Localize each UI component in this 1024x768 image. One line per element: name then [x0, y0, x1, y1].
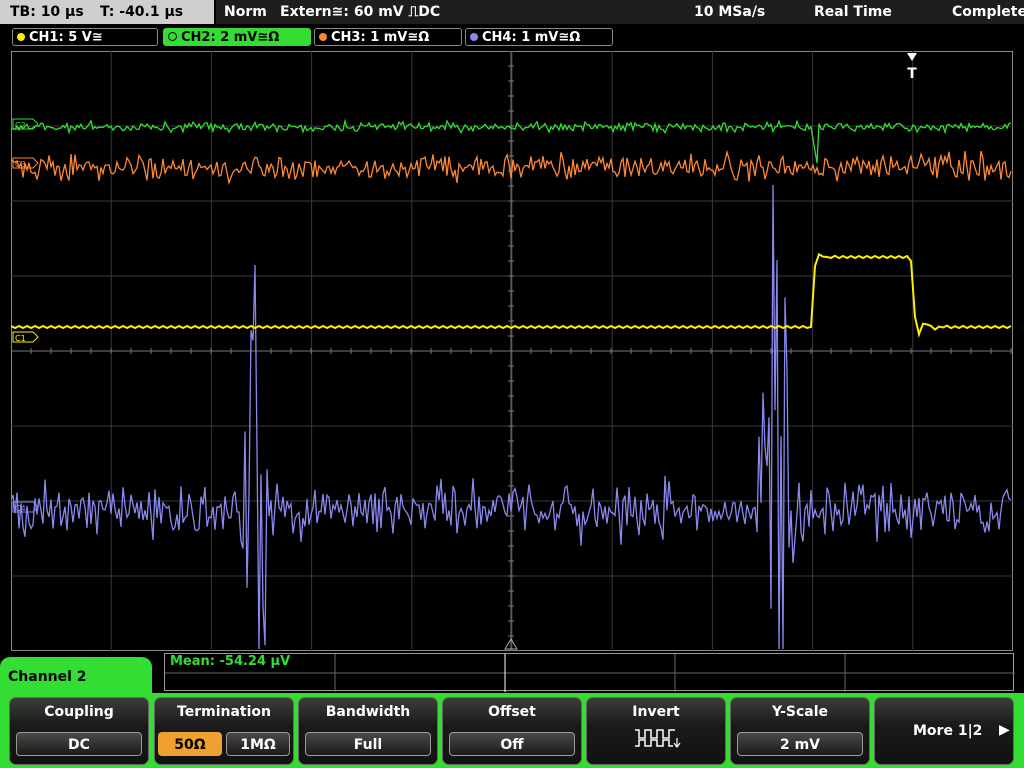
offset-title: Offset [488, 704, 536, 720]
svg-text:C4: C4 [15, 504, 26, 513]
tab-ch1[interactable]: CH1: 5 V≅ [12, 28, 158, 46]
trigger-time-readout: T: -40.1 µs [100, 4, 184, 20]
acquisition-state: Complete [952, 4, 1024, 20]
waveform-display[interactable]: C2 C3 C1 C4 T [11, 51, 1013, 651]
svg-text:C2: C2 [15, 121, 26, 130]
trigger-source: Extern≅: 60 mV ⎍DC [280, 4, 441, 20]
invert-softkey[interactable]: Invert [586, 697, 726, 765]
ch3-level-marker[interactable]: C3 [12, 157, 39, 169]
svg-text:T: T [907, 66, 917, 82]
tab-ch2[interactable]: CH2: 2 mV≅Ω [163, 28, 311, 46]
acquisition-mode: Real Time [814, 4, 892, 20]
tab-ch3[interactable]: CH3: 1 mV≅Ω [314, 28, 462, 46]
ch2-level-marker[interactable]: C2 [12, 118, 39, 130]
offset-softkey[interactable]: Offset Off [442, 697, 582, 765]
ch1-level-marker[interactable]: C1 [12, 331, 39, 343]
tab-ch2-label: CH2: 2 mV≅Ω [181, 30, 280, 45]
inverted-square-wave-icon [635, 729, 681, 748]
bandwidth-softkey[interactable]: Bandwidth Full [298, 697, 438, 765]
termination-softkey[interactable]: Termination 50Ω 1MΩ [154, 697, 294, 765]
tab-ch3-label: CH3: 1 mV≅Ω [331, 30, 430, 45]
measurement-panel [164, 653, 1015, 692]
sample-rate: 10 MSa/s [694, 4, 766, 20]
next-page-icon: ▶ [999, 722, 1010, 738]
ch3-color-dot [319, 33, 327, 41]
tab-ch4[interactable]: CH4: 1 mV≅Ω [465, 28, 613, 46]
bandwidth-value[interactable]: Full [305, 732, 431, 756]
bandwidth-title: Bandwidth [325, 704, 411, 720]
yscale-title: Y-Scale [771, 704, 828, 720]
menu-title: Channel 2 [0, 657, 152, 695]
graticule-grid [11, 51, 1013, 651]
trigger-position-marker[interactable]: T [907, 53, 917, 82]
more-label: More 1|2 [913, 723, 983, 739]
yscale-softkey[interactable]: Y-Scale 2 mV [730, 697, 870, 765]
termination-title: Termination [177, 704, 271, 720]
mean-measurement: Mean: -54.24 µV [170, 654, 291, 669]
ch1-color-dot [17, 33, 25, 41]
yscale-value[interactable]: 2 mV [737, 732, 863, 756]
coupling-value[interactable]: DC [16, 732, 142, 756]
tab-ch1-label: CH1: 5 V≅ [29, 30, 103, 45]
invert-title: Invert [632, 704, 680, 720]
ch2-color-dot [168, 32, 177, 41]
ch4-color-dot [470, 33, 478, 41]
offset-value[interactable]: Off [449, 732, 575, 756]
coupling-softkey[interactable]: Coupling DC [9, 697, 149, 765]
svg-text:C1: C1 [15, 334, 26, 343]
tab-ch4-label: CH4: 1 mV≅Ω [482, 30, 581, 45]
trigger-mode: Norm [224, 4, 267, 20]
more-softkey[interactable]: More 1|2 ▶ [874, 697, 1014, 765]
coupling-title: Coupling [44, 704, 114, 720]
timebase-readout: TB: 10 µs [10, 4, 84, 20]
termination-1mohm-option[interactable]: 1MΩ [226, 732, 290, 756]
acquisition-status-bar[interactable]: Norm Extern≅: 60 mV ⎍DC 10 MSa/s Real Ti… [216, 0, 1024, 24]
measurement-grid [165, 654, 1015, 692]
svg-text:C3: C3 [15, 160, 26, 169]
timebase-panel[interactable]: TB: 10 µs T: -40.1 µs [0, 0, 214, 24]
termination-50ohm-option[interactable]: 50Ω [158, 732, 222, 756]
